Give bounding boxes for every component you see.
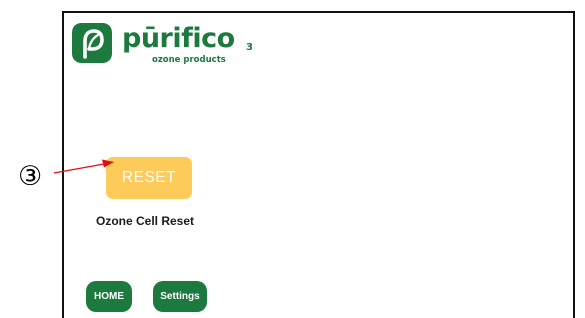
stage: pūrifico ozone products 3 RESET Ozone Ce… — [0, 0, 585, 318]
callout-arrow-icon — [53, 159, 114, 174]
